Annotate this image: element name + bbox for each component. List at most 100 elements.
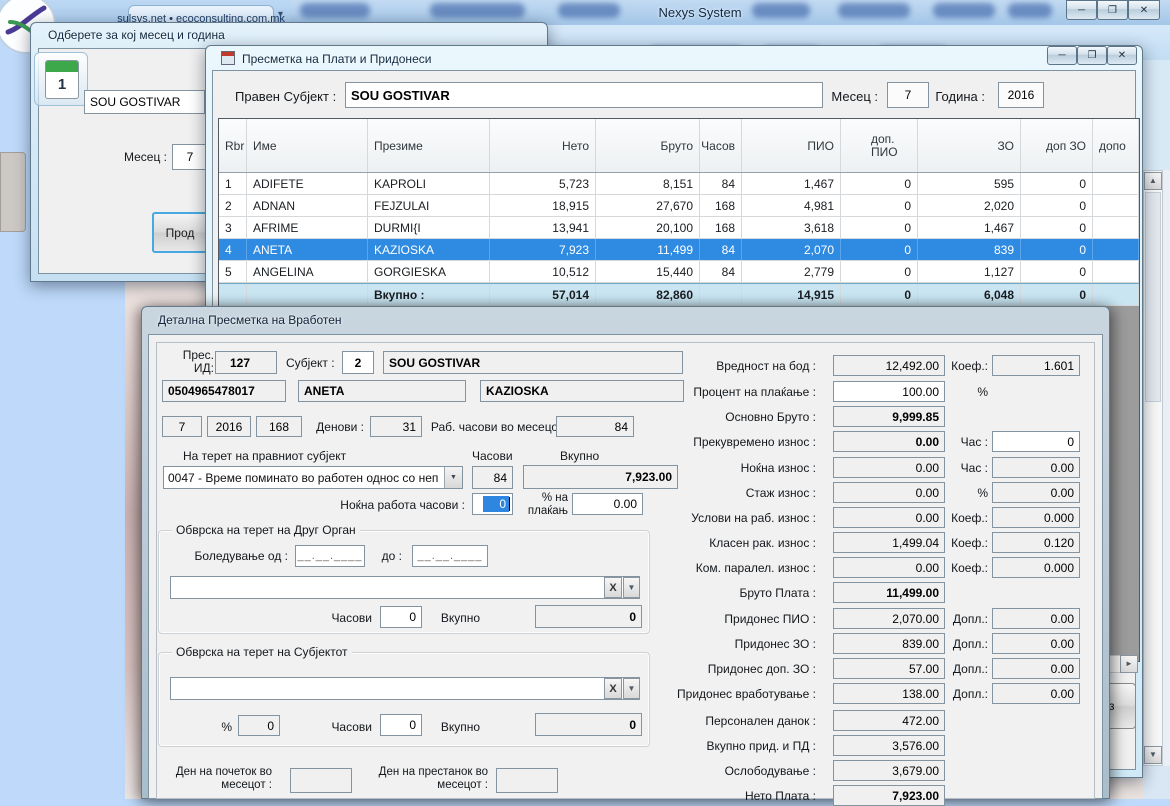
group-other-legend: Обврска на терет на Друг Орган <box>172 523 360 537</box>
subject-id-field[interactable]: 2 <box>342 351 374 374</box>
field-label: Вредност на бод : <box>640 359 816 373</box>
field-value[interactable]: 472.00 <box>833 710 945 731</box>
day-end-field[interactable] <box>496 768 558 793</box>
table-row[interactable]: 3AFRIMEDURMI{I13,94120,1001683,61801,467… <box>219 217 1139 239</box>
month-field[interactable]: 7 <box>162 416 202 437</box>
chevron-down-icon[interactable]: ▼ <box>444 467 462 488</box>
restore-icon: ❐ <box>1088 50 1097 61</box>
table-cell: 5,723 <box>490 173 596 194</box>
pres-id-field[interactable]: 127 <box>215 351 277 374</box>
calendar-button[interactable]: 1 <box>34 52 88 106</box>
embg-field[interactable]: 0504965478017 <box>162 380 286 402</box>
field-value-secondary[interactable]: 0.120 <box>992 532 1080 553</box>
payroll-month-label: Месец : <box>820 89 878 104</box>
field-label-secondary: Допл.: <box>916 637 988 651</box>
night-pct-field[interactable]: 0.00 <box>572 493 643 515</box>
table-row[interactable]: 5ANGELINAGORGIESKA10,51215,440842,77901,… <box>219 261 1139 283</box>
field-value-secondary[interactable]: 0.000 <box>992 507 1080 528</box>
payroll-year-field[interactable]: 2016 <box>998 82 1044 108</box>
field-label: Бруто Плата : <box>640 586 816 600</box>
work-hours-field[interactable]: 84 <box>472 466 513 489</box>
minimize-icon: ─ <box>1058 50 1065 61</box>
year-field[interactable]: 2016 <box>207 416 251 437</box>
night-hours-field[interactable]: 0 <box>472 493 513 515</box>
subject-pct-field[interactable]: 0 <box>238 715 280 736</box>
tab-dropdown-icon[interactable]: ▾ <box>278 9 283 20</box>
scroll-up-icon: ▲ <box>1149 177 1157 185</box>
month-hours-field[interactable]: 84 <box>556 416 634 437</box>
table-cell: 0 <box>841 217 918 238</box>
subject-hours-field[interactable]: 0 <box>380 714 422 736</box>
proceed-button[interactable]: Прод <box>152 212 208 253</box>
field-label-secondary: % <box>916 486 988 500</box>
minimize-button[interactable]: ─ <box>1066 0 1097 20</box>
subject-combobox[interactable] <box>170 677 640 700</box>
subject-label: Субјект : <box>286 356 334 370</box>
maximize-button[interactable]: ❐ <box>1097 0 1128 20</box>
hours-column-label: Часови <box>472 449 513 463</box>
scroll-right-button[interactable]: ► <box>1120 655 1138 673</box>
subject-total-field[interactable]: 0 <box>535 713 642 736</box>
days-field[interactable]: 31 <box>370 416 422 437</box>
field-value-secondary[interactable]: 0.00 <box>992 658 1080 679</box>
other-total-label: Вкупно <box>440 611 480 625</box>
subject-total-label: Вкупно <box>440 720 480 734</box>
other-organ-combobox[interactable] <box>170 576 640 599</box>
table-cell <box>700 284 742 305</box>
scroll-up-button[interactable]: ▲ <box>1144 172 1162 190</box>
sick-to-field[interactable]: __.__.____ <box>412 545 488 567</box>
field-value[interactable]: 3,679.00 <box>833 760 945 781</box>
scrollbar-thumb[interactable] <box>1145 192 1161 402</box>
fund-hours-field[interactable]: 168 <box>256 416 302 437</box>
field-value-secondary[interactable]: 0.00 <box>992 482 1080 503</box>
table-row[interactable]: 2ADNANFEJZULAI18,91527,6701684,98102,020… <box>219 195 1139 217</box>
dialog-month-field[interactable]: 7 <box>172 144 208 170</box>
field-value[interactable]: 7,923.00 <box>833 785 945 806</box>
other-total-field[interactable]: 0 <box>535 605 642 628</box>
field-value-secondary[interactable]: 0.00 <box>992 608 1080 629</box>
scroll-down-button[interactable]: ▼ <box>1144 746 1162 764</box>
payroll-minimize-button[interactable]: ─ <box>1047 46 1077 65</box>
field-value-secondary[interactable]: 0.00 <box>992 457 1080 478</box>
legal-subject-field[interactable]: SOU GOSTIVAR <box>345 82 823 108</box>
first-name-field[interactable]: ANETA <box>298 380 466 402</box>
table-cell: 57,014 <box>490 284 596 305</box>
work-type-combobox[interactable]: 0047 - Време поминато во работен однос с… <box>163 466 463 489</box>
field-value-secondary[interactable]: 1.601 <box>992 355 1080 376</box>
other-hours-field[interactable]: 0 <box>380 606 422 628</box>
day-start-field[interactable] <box>290 768 352 793</box>
dialog-subject-field[interactable]: SOU GOSTIVAR <box>84 90 205 114</box>
sick-from-field[interactable]: __.__.____ <box>295 545 365 567</box>
field-value-secondary[interactable]: 0.000 <box>992 557 1080 578</box>
table-cell: 10,512 <box>490 261 596 282</box>
payroll-maximize-button[interactable]: ❐ <box>1077 46 1107 65</box>
table-row[interactable]: 4ANETAKAZIOSKA7,92311,499842,07008390 <box>219 239 1139 261</box>
field-value[interactable]: 3,576.00 <box>833 735 945 756</box>
field-value-secondary[interactable]: 0.00 <box>992 633 1080 654</box>
field-label-secondary: Коеф.: <box>916 536 988 550</box>
field-value-secondary[interactable]: 0.00 <box>992 683 1080 704</box>
table-cell: 168 <box>700 217 742 238</box>
other-organ-clear-button[interactable]: X <box>604 577 622 598</box>
field-value[interactable]: 11,499.00 <box>833 582 945 603</box>
sick-from-label: Боледување од : <box>188 549 288 563</box>
subject-name-field[interactable]: SOU GOSTIVAR <box>383 351 683 374</box>
table-cell: 4 <box>219 239 247 260</box>
field-value-secondary[interactable]: 0 <box>992 431 1080 452</box>
text-selection: 0 <box>483 496 509 512</box>
column-header: Бруто <box>596 119 700 172</box>
table-row[interactable]: 1ADIFETEKAPROLI5,7238,151841,46705950 <box>219 173 1139 195</box>
subject-clear-button[interactable]: X <box>604 678 622 699</box>
column-header: Часов <box>700 119 742 172</box>
field-value[interactable]: 9,999.85 <box>833 406 945 427</box>
table-cell: 2 <box>219 195 247 216</box>
close-button[interactable]: ✕ <box>1128 0 1160 20</box>
table-cell: 20,100 <box>596 217 700 238</box>
payroll-close-button[interactable]: ✕ <box>1107 46 1137 65</box>
payroll-month-field[interactable]: 7 <box>887 82 929 108</box>
other-organ-drop-button[interactable]: ▼ <box>623 577 640 598</box>
table-cell: 1,467 <box>742 173 841 194</box>
table-cell: 5 <box>219 261 247 282</box>
field-label-secondary: Час : <box>916 461 988 475</box>
subject-drop-button[interactable]: ▼ <box>623 678 640 699</box>
